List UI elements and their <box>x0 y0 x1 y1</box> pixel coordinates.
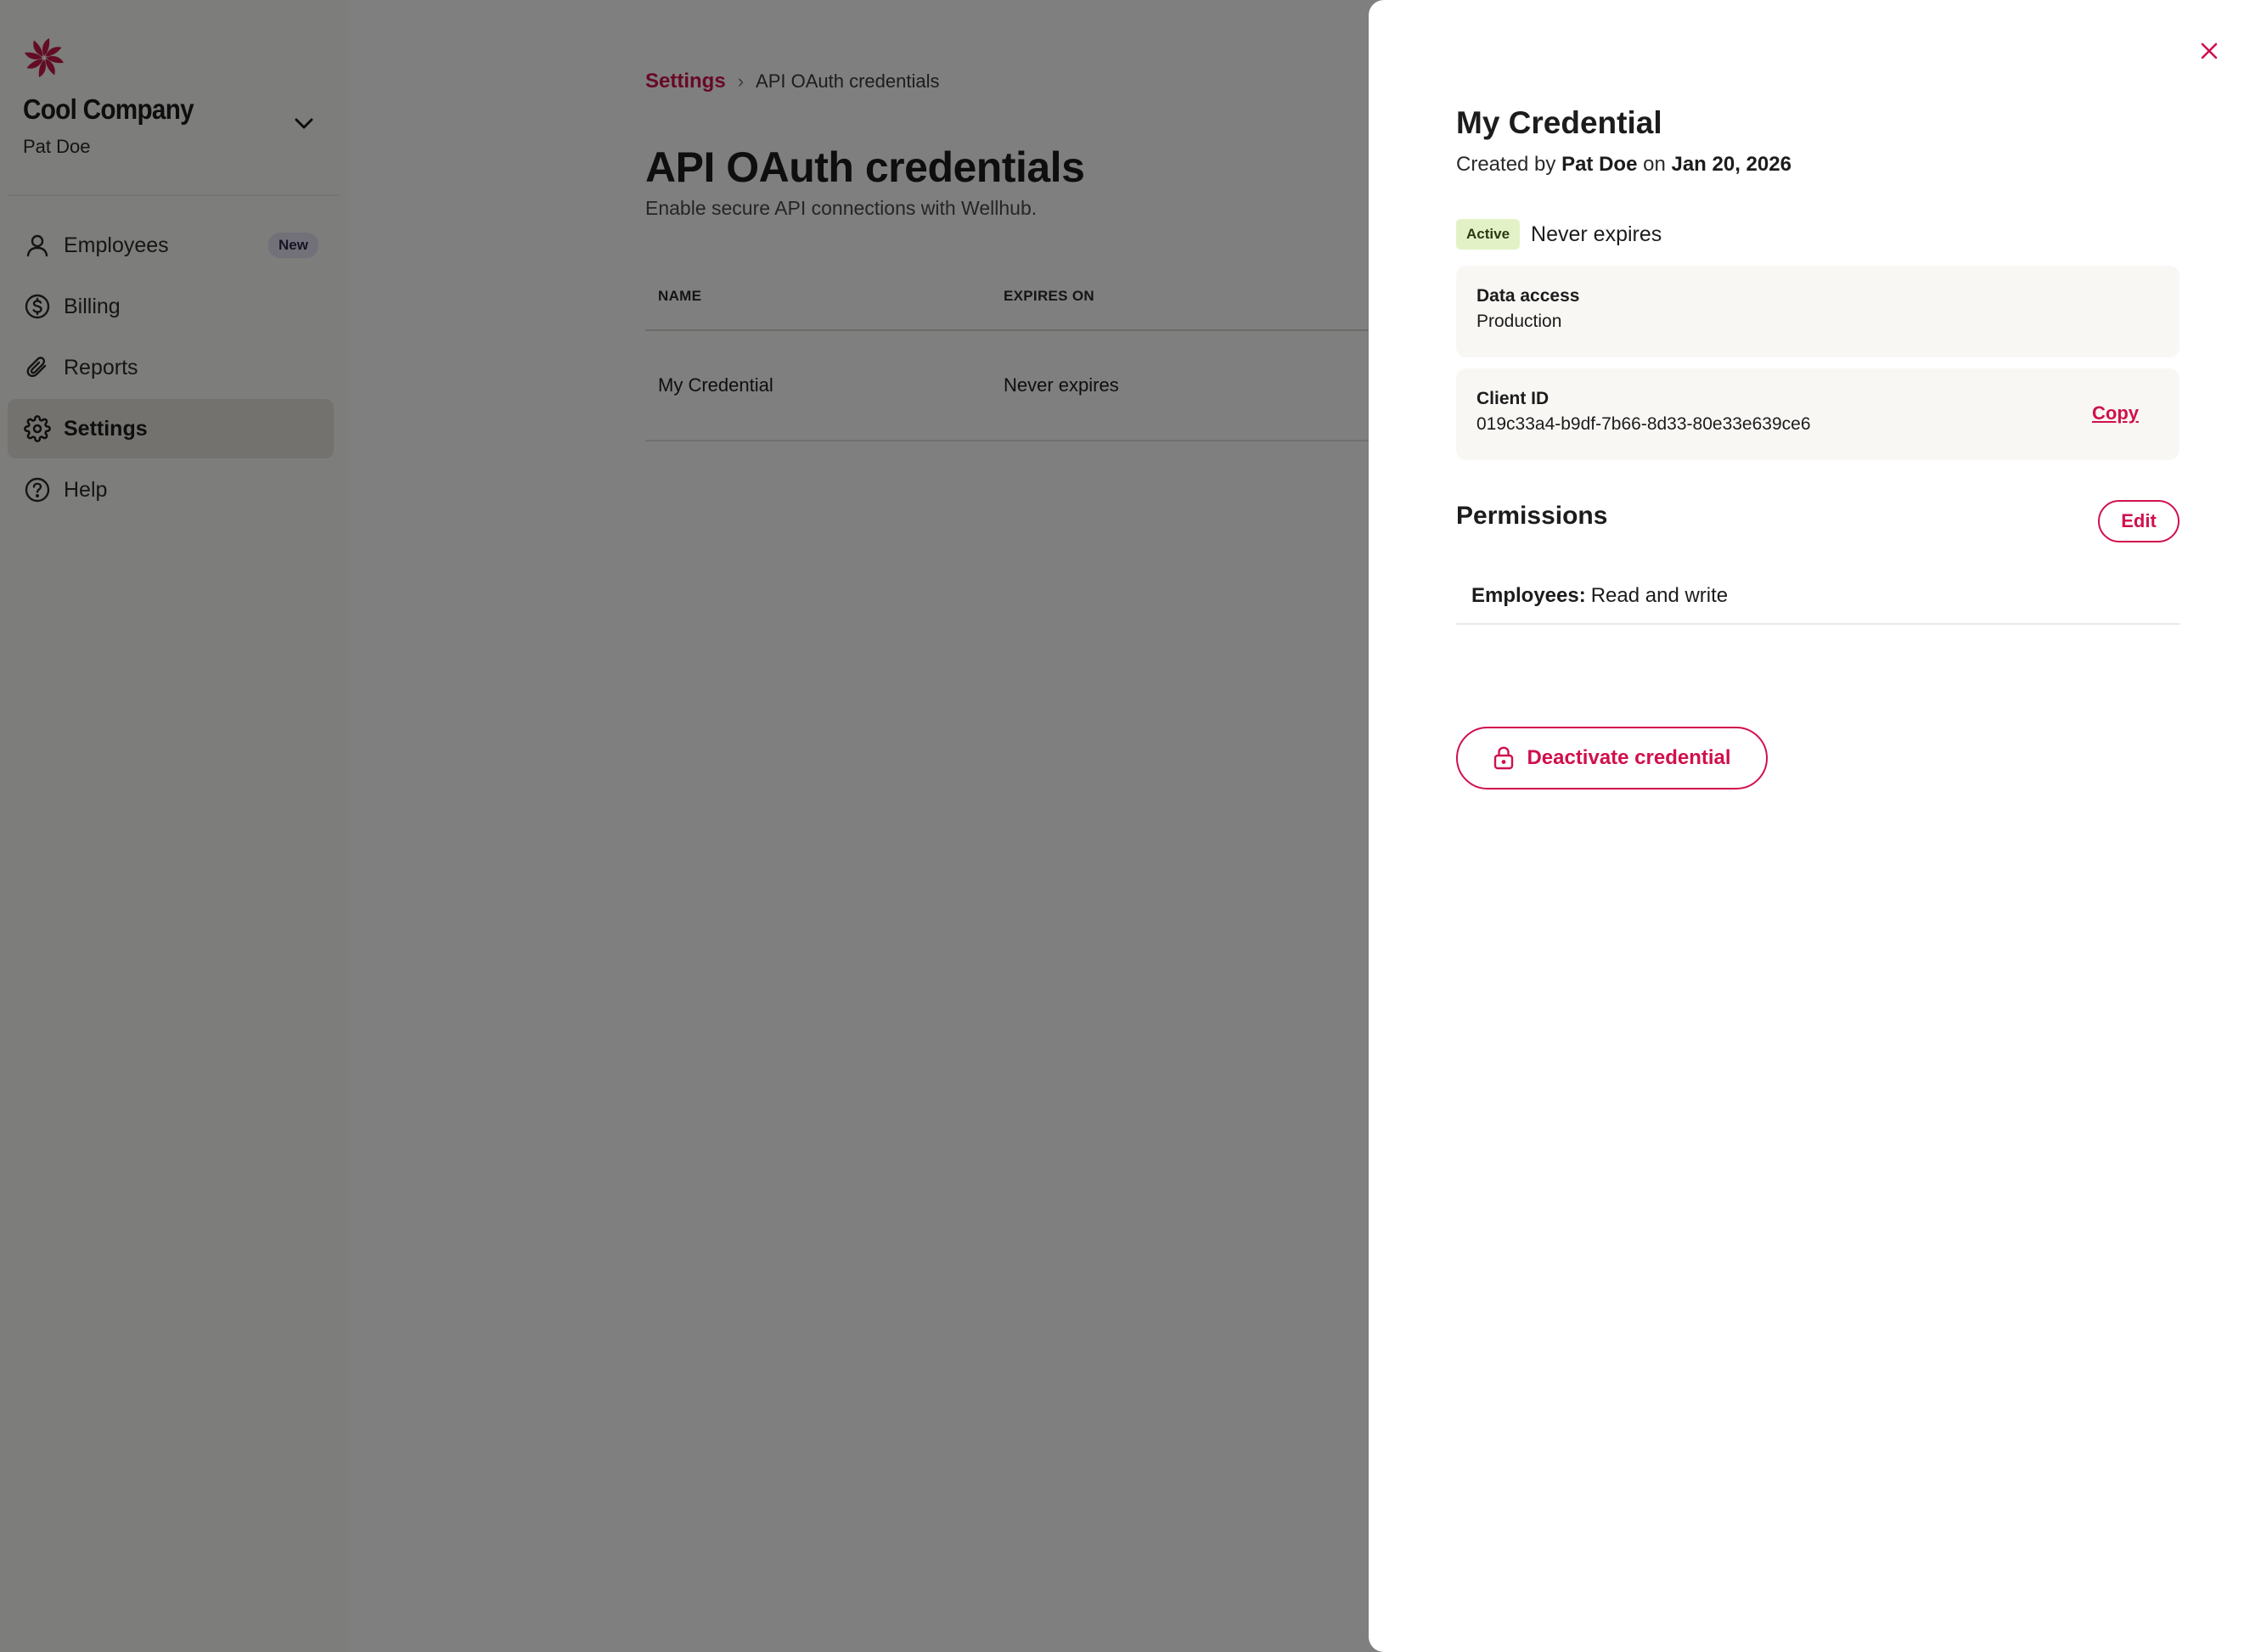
expiry-text: Never expires <box>1531 222 1662 246</box>
created-on-word: on <box>1643 153 1666 176</box>
close-icon <box>2201 42 2218 59</box>
deactivate-label: Deactivate credential <box>1527 746 1731 769</box>
copy-client-id-link[interactable]: Copy <box>2092 402 2139 424</box>
app-window: Cool Company Pat Doe Employees New <box>0 0 2261 1652</box>
created-by: Pat Doe <box>1561 153 1638 176</box>
client-id-value: 019c33a4-b9df-7b66-8d33-80e33e639ce6 <box>1476 414 1811 434</box>
status-badge: Active <box>1456 219 1521 250</box>
permission-key: Employees: <box>1471 584 1586 607</box>
deactivate-credential-button[interactable]: Deactivate credential <box>1456 727 1768 789</box>
created-prefix: Created by <box>1456 153 1556 176</box>
close-drawer-button[interactable] <box>2196 37 2223 65</box>
permission-row: Employees: Read and write <box>1456 569 2179 625</box>
status-row: Active Never expires <box>1456 219 1662 250</box>
created-date: Jan 20, 2026 <box>1671 153 1791 176</box>
data-access-label: Data access <box>1476 286 1580 306</box>
created-info: Created by Pat Doe on Jan 20, 2026 <box>1456 153 1791 177</box>
permissions-title: Permissions <box>1456 502 1608 530</box>
permission-value: Read and write <box>1590 584 1729 607</box>
client-id-label: Client ID <box>1476 389 1550 408</box>
lock-icon <box>1493 745 1515 771</box>
drawer-title: My Credential <box>1456 105 1662 140</box>
client-id-card: Client ID 019c33a4-b9df-7b66-8d33-80e33e… <box>1456 368 2179 460</box>
data-access-value: Production <box>1476 312 1562 331</box>
edit-permissions-button[interactable]: Edit <box>2098 500 2179 542</box>
data-access-card: Data access Production <box>1456 266 2179 357</box>
